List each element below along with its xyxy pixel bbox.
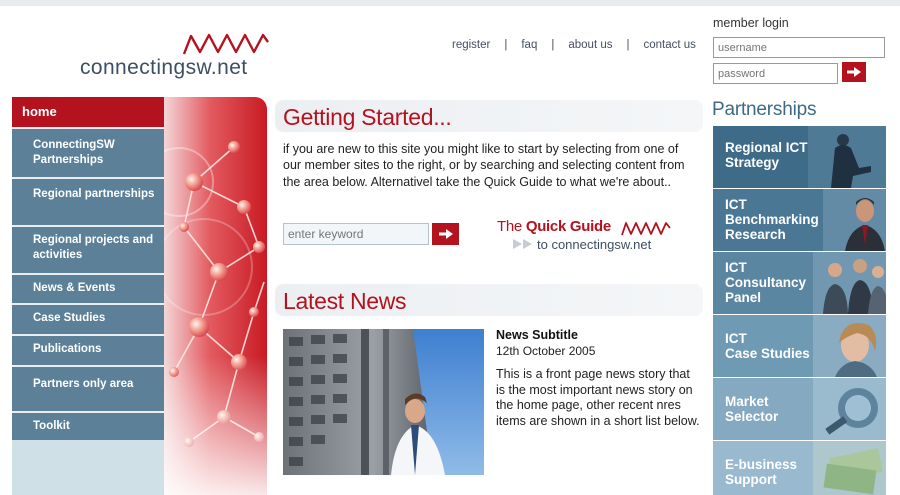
contact-us-link[interactable]: contact us	[643, 39, 695, 51]
quick-guide-sublabel: to connectingsw.net	[537, 237, 652, 252]
arrow-right-icon	[847, 67, 861, 77]
partner-card-e-business-support[interactable]: E-business Support	[713, 441, 886, 495]
partner-card-label: ICT Case Studies	[725, 331, 810, 361]
sidebar-item-toolkit[interactable]: Toolkit	[12, 411, 164, 443]
quick-guide-label: The Quick Guide	[497, 218, 611, 235]
sidebar-item-home[interactable]: home	[12, 97, 164, 127]
sidebar-item-regional-partnerships[interactable]: Regional partnerships	[12, 177, 164, 225]
partner-card-label: Market Selector	[725, 394, 779, 424]
molecule-graphic	[164, 97, 267, 495]
partner-card-label: ICT Benchmarking Research	[725, 197, 819, 242]
top-navigation: register | faq | about us | contact us	[452, 39, 696, 51]
getting-started-intro: if you are new to this site you might li…	[283, 142, 685, 189]
faq-link[interactable]: faq	[521, 39, 537, 51]
news-story-image[interactable]	[283, 329, 484, 475]
partnerships-heading: Partnerships	[712, 99, 817, 120]
username-field[interactable]	[713, 37, 885, 58]
logo-wordmark: connectingsw.net	[80, 56, 248, 79]
keyword-search-button[interactable]	[432, 223, 459, 245]
partner-card-label: E-business Support	[725, 457, 798, 487]
partner-card-ict-case-studies[interactable]: ICT Case Studies	[713, 315, 886, 377]
sidebar-item-news-events[interactable]: News & Events	[12, 273, 164, 303]
sidebar-item-publications[interactable]: Publications	[12, 334, 164, 365]
password-field[interactable]	[713, 63, 838, 84]
partner-card-ict-benchmarking-research[interactable]: ICT Benchmarking Research	[713, 189, 886, 251]
top-strip	[0, 0, 900, 6]
sidebar-item-case-studies[interactable]: Case Studies	[12, 303, 164, 334]
nav-separator: |	[626, 39, 630, 51]
about-us-link[interactable]: about us	[568, 39, 612, 51]
sidebar-nav: home ConnectingSW Partnerships Regional …	[12, 97, 164, 443]
quick-guide-link[interactable]: The Quick Guide to connectingsw.net	[497, 218, 687, 256]
partner-card-label: ICT Consultancy Panel	[725, 260, 807, 305]
wave-icon	[621, 222, 671, 236]
login-submit-button[interactable]	[842, 62, 866, 82]
getting-started-title: Getting Started...	[283, 104, 452, 130]
latest-news-header: Latest News	[275, 284, 703, 316]
site-logo[interactable]: connectingsw.net	[78, 30, 278, 85]
partner-card-ict-consultancy-panel[interactable]: ICT Consultancy Panel	[713, 252, 886, 314]
news-date: 12th October 2005	[496, 344, 596, 358]
partner-card-market-selector[interactable]: Market Selector	[713, 378, 886, 440]
partner-card-label: Regional ICT Strategy	[725, 140, 808, 170]
sidebar-item-regional-projects[interactable]: Regional projects and activities	[12, 225, 164, 273]
nav-separator: |	[504, 39, 508, 51]
register-link[interactable]: register	[452, 39, 490, 51]
arrow-right-icon	[438, 229, 453, 239]
keyword-search-input[interactable]	[283, 223, 429, 245]
latest-news-title: Latest News	[283, 288, 407, 314]
news-story-text: This is a front page news story that is …	[496, 367, 700, 428]
double-arrow-icon	[513, 239, 532, 249]
wave-icon	[182, 33, 269, 55]
news-subtitle[interactable]: News Subtitle	[496, 328, 578, 342]
sidebar-footer-panel	[12, 440, 164, 495]
getting-started-header: Getting Started...	[275, 100, 703, 132]
nav-separator: |	[551, 39, 555, 51]
partner-card-regional-ict-strategy[interactable]: Regional ICT Strategy	[713, 126, 886, 188]
member-login-heading: member login	[713, 16, 789, 30]
sidebar-item-partners-only[interactable]: Partners only area	[12, 365, 164, 411]
sidebar-item-connectingsw-partnerships[interactable]: ConnectingSW Partnerships	[12, 127, 164, 177]
